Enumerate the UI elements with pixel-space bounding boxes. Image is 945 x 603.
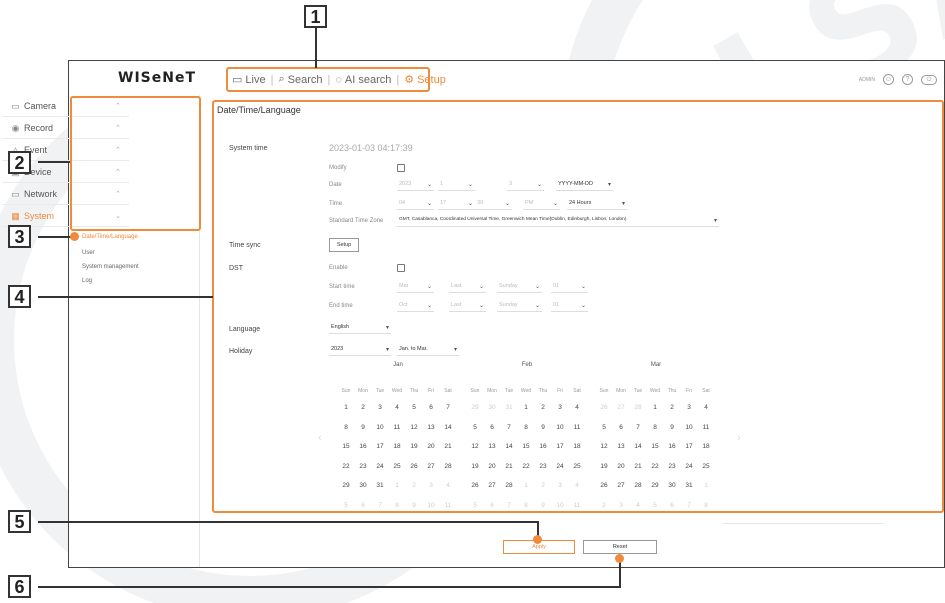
user-label: ADMIN [858,76,875,83]
record-icon: ◉ [11,122,20,133]
callout-3: 3 [8,225,31,248]
manual-figure: COLLSA WISeNeT ▭Live | ⌕Search | ◌AI sea… [0,0,945,603]
sidebar-item-label: System [24,211,55,221]
network-icon: ▭ [11,188,20,199]
brand-logo: WISeNeT [118,70,196,86]
logout-icon[interactable]: ⏻ [921,74,937,85]
callout-5: 5 [8,510,31,533]
header-tools: ADMIN ☺ ? ⏻ [859,74,937,85]
sidebar-item-label: Camera [24,101,57,111]
callout-line-1 [315,28,317,68]
callout-1: 1 [304,5,327,28]
sidebar-item-label: Network [24,189,58,199]
callout-2: 2 [8,151,31,174]
callout-dot-3 [70,232,79,241]
callout-line-2 [38,161,70,163]
sidebar-item-label: Record [24,123,54,133]
callout-box-content [212,100,944,513]
reset-button[interactable]: Reset [583,540,657,554]
callout-box-top-menu [226,67,430,92]
subitem-user[interactable]: User [82,250,95,256]
callout-line-3 [38,236,74,238]
callout-line-6 [38,586,620,588]
footer-divider [723,523,883,524]
subitem-log[interactable]: Log [82,278,92,284]
subitem-system-management[interactable]: System management [82,264,139,270]
callout-dot-5 [533,535,542,544]
callout-dot-6 [615,554,624,563]
callout-line-4 [38,296,213,298]
user-icon[interactable]: ☺ [883,74,894,85]
callout-4: 4 [8,285,31,308]
callout-6: 6 [8,575,31,598]
subitem-date-time-language[interactable]: Date/Time/Language [82,234,138,240]
camera-icon: ▭ [11,100,20,111]
help-icon[interactable]: ? [902,74,913,85]
system-icon: ▦ [11,210,20,221]
callout-line-5 [38,521,538,523]
callout-box-sidebar [70,96,201,231]
